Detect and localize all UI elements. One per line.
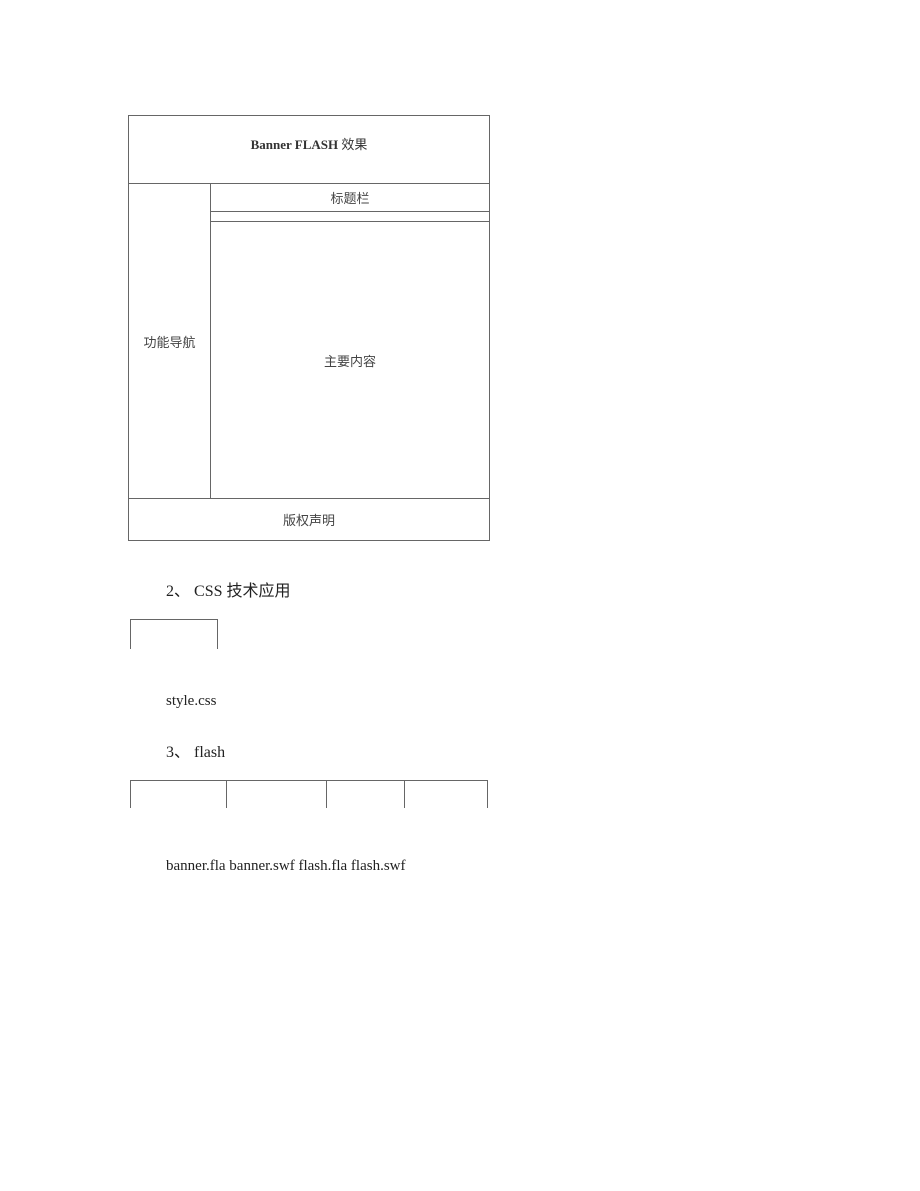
diagram-banner-rest: 效果 [338,137,367,152]
diagram-banner-text: Banner FLASH 效果 [251,134,368,153]
diagram-content-box: 主要内容 [211,222,489,498]
css-filename: style.css [166,693,920,710]
diagram-title-bar: 标题栏 [211,184,489,212]
document-page: Banner FLASH 效果 功能导航 标题栏 主要内容 版权声明 2、 CS… [0,0,920,875]
diagram-content-label: 主要内容 [324,351,376,370]
layout-diagram: Banner FLASH 效果 功能导航 标题栏 主要内容 版权声明 [128,115,490,541]
diagram-footer-row: 版权声明 [129,498,489,540]
diagram-right-column: 标题栏 主要内容 [211,184,489,498]
css-placeholder-box [130,619,218,649]
diagram-middle-row: 功能导航 标题栏 主要内容 [129,184,489,498]
flash-box-2 [226,780,326,808]
flash-box-1 [130,780,226,808]
flash-box-3 [326,780,404,808]
flash-box-4 [404,780,488,808]
section-3-heading: 3、 flash [166,738,920,762]
section-2-text: CSS 技术应用 [190,583,290,600]
diagram-nav-column: 功能导航 [129,184,211,498]
section-3-number: 3、 [166,738,190,762]
section-3-text: flash [190,744,225,761]
diagram-banner-row: Banner FLASH 效果 [129,116,489,184]
diagram-banner-bold: Banner FLASH [251,137,339,152]
diagram-nav-label: 功能导航 [143,332,195,351]
diagram-title-bar-label: 标题栏 [330,188,369,207]
section-2-number: 2、 [166,577,190,601]
diagram-footer-label: 版权声明 [283,510,335,529]
diagram-gap-bar [211,212,489,222]
flash-filenames: banner.fla banner.swf flash.fla flash.sw… [166,858,920,875]
section-2-heading: 2、 CSS 技术应用 [166,577,920,601]
flash-placeholder-boxes [130,780,920,808]
